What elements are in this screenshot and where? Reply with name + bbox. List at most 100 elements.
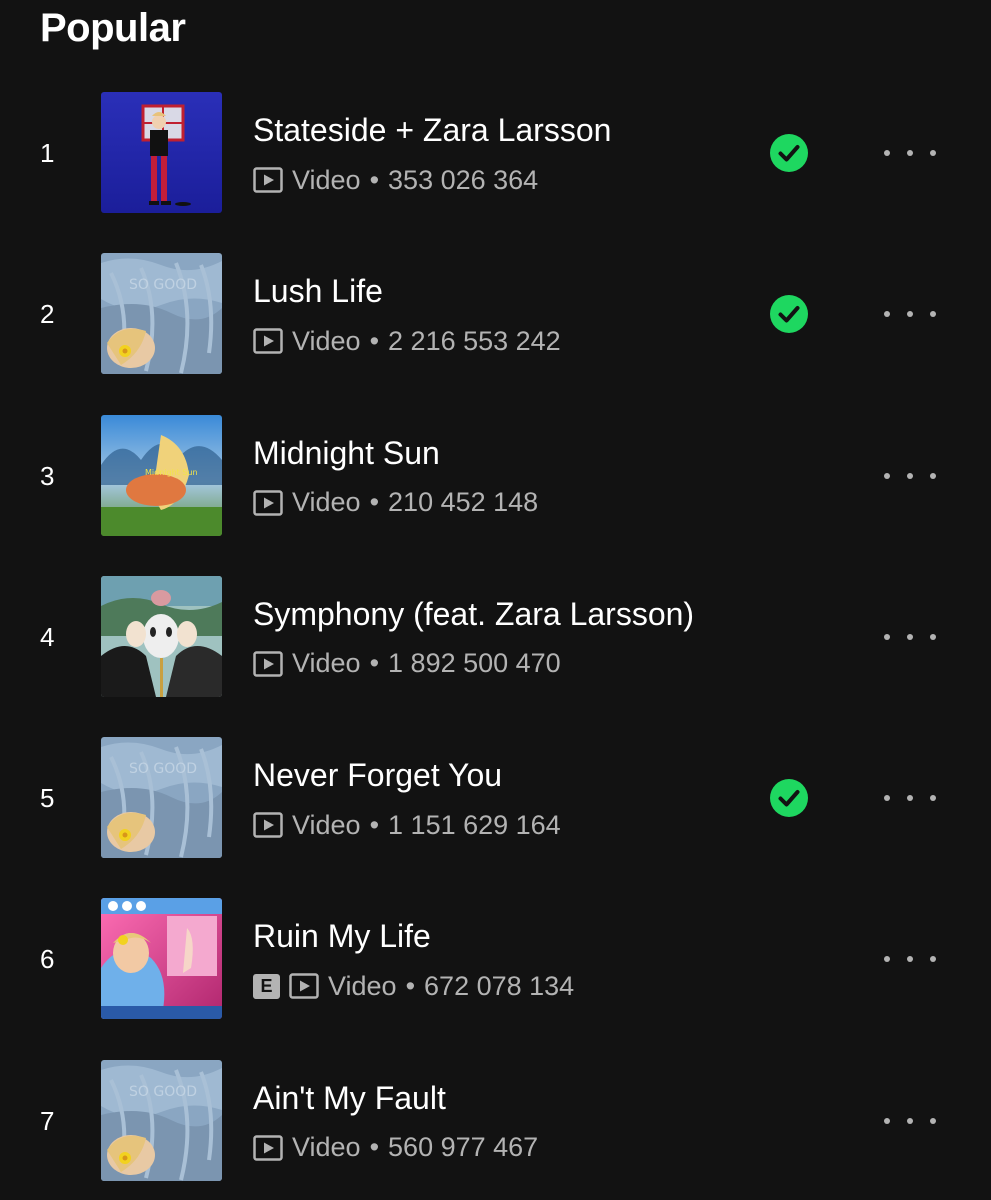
more-options-button[interactable] [884, 1108, 936, 1134]
dot-icon [884, 472, 890, 479]
dot-icon [907, 150, 913, 156]
play-count: 1 151 629 164 [388, 809, 561, 840]
track-rank: 4 [40, 621, 55, 652]
track-title: Symphony (feat. Zara Larsson) [253, 595, 695, 632]
more-options-button[interactable] [884, 140, 936, 166]
section-title: Popular [40, 6, 186, 50]
track-rank: 2 [40, 299, 55, 330]
track-row[interactable]: 2 SO GOOD Lush Life Video • 2 216 553 242 [0, 253, 991, 414]
dot-icon [884, 311, 890, 318]
more-options-button[interactable] [884, 624, 936, 650]
meta-separator: • [369, 487, 380, 518]
svg-text:SO GOOD: SO GOOD [129, 1084, 197, 1100]
svg-text:Midnight Sun: Midnight Sun [145, 468, 198, 477]
more-options-button[interactable] [884, 946, 936, 972]
dot-icon [930, 956, 936, 963]
play-count: 210 452 148 [388, 487, 539, 518]
track-meta: Video • 353 026 364 [253, 163, 538, 197]
dot-icon [930, 1117, 936, 1124]
track-meta: Video • 1 892 500 470 [253, 647, 561, 681]
dot-icon [930, 150, 936, 156]
dot-icon [884, 150, 890, 156]
track-row[interactable]: 4 Symphony (feat. Zara Larsson) Video • 1 … [0, 575, 991, 737]
video-icon [253, 167, 283, 193]
check-circle-icon[interactable] [770, 295, 808, 334]
so-good-cover: SO GOOD [101, 737, 222, 859]
meta-separator: • [369, 164, 380, 195]
track-rank: 7 [40, 1105, 55, 1136]
track-row[interactable]: 5 SO GOOD Never Forget You Video • 1 151 6… [0, 737, 991, 898]
track-row[interactable]: 6 Ruin My Life E Video • 672 078 134 [0, 898, 991, 1059]
popular-tracks-page: Popular 1 Stateside + Zara Larsson Video… [0, 0, 991, 1200]
meta-separator: • [405, 970, 416, 1001]
dot-icon [884, 795, 890, 802]
dot-icon [884, 956, 890, 963]
track-meta: Video • 210 452 148 [253, 486, 538, 520]
dot-icon [907, 472, 913, 479]
dot-icon [907, 633, 913, 640]
dot-icon [907, 311, 913, 318]
check-circle-icon[interactable] [770, 779, 808, 818]
video-icon [253, 1135, 283, 1161]
track-type: Video [292, 487, 361, 518]
track-meta: Video • 1 151 629 164 [253, 808, 561, 842]
more-options-button[interactable] [884, 463, 936, 489]
video-icon [253, 812, 283, 838]
meta-separator: • [369, 1132, 380, 1163]
svg-text:SO GOOD: SO GOOD [129, 761, 197, 777]
symphony-cover [101, 575, 222, 697]
track-rank: 6 [40, 944, 55, 975]
track-row[interactable]: 7 SO GOOD Ain't My Fault Video • 560 977 4… [0, 1059, 991, 1200]
track-list: 1 Stateside + Zara Larsson Video • 353 026… [0, 92, 991, 1200]
dot-icon [930, 311, 936, 318]
svg-text:SO GOOD: SO GOOD [129, 277, 197, 293]
track-type: Video [292, 164, 361, 195]
more-options-button[interactable] [884, 785, 936, 811]
play-count: 2 216 553 242 [388, 325, 561, 356]
dot-icon [907, 795, 913, 802]
stateside-cover [101, 92, 222, 213]
ruin-my-life-cover [101, 898, 222, 1020]
track-meta: E Video • 672 078 134 [253, 969, 574, 1003]
track-meta: Video • 2 216 553 242 [253, 324, 561, 358]
explicit-badge: E [253, 973, 280, 999]
dot-icon [930, 633, 936, 640]
meta-separator: • [369, 325, 380, 356]
check-circle-icon[interactable] [770, 134, 808, 172]
track-title: Ain't My Fault [253, 1079, 446, 1116]
meta-separator: • [369, 809, 380, 840]
track-type: Video [328, 970, 397, 1001]
play-count: 353 026 364 [388, 164, 539, 195]
dot-icon [907, 1117, 913, 1124]
midnight-sun-cover: Midnight Sun [101, 414, 222, 536]
video-icon [253, 328, 283, 355]
track-title: Lush Life [253, 273, 383, 310]
play-count: 672 078 134 [424, 970, 575, 1001]
track-title: Midnight Sun [253, 434, 440, 471]
track-type: Video [292, 809, 361, 840]
track-title: Never Forget You [253, 757, 503, 794]
video-icon [289, 973, 319, 1000]
play-count: 560 977 467 [388, 1132, 539, 1163]
dot-icon [930, 472, 936, 479]
video-icon [253, 651, 283, 677]
track-row[interactable]: 3 Midnight Sun Midnight Sun Video • 210 45… [0, 414, 991, 576]
track-rank: 3 [40, 460, 55, 491]
more-options-button[interactable] [884, 301, 936, 327]
so-good-cover: SO GOOD [101, 253, 222, 375]
dot-icon [907, 956, 913, 963]
dot-icon [884, 633, 890, 640]
track-title: Stateside + Zara Larsson [253, 112, 612, 148]
so-good-cover: SO GOOD [101, 1059, 222, 1181]
track-meta: Video • 560 977 467 [253, 1131, 538, 1165]
video-icon [253, 489, 283, 516]
track-type: Video [292, 325, 361, 356]
track-rank: 5 [40, 783, 55, 814]
dot-icon [930, 795, 936, 802]
track-title: Ruin My Life [253, 918, 431, 955]
meta-separator: • [369, 648, 380, 679]
play-count: 1 892 500 470 [388, 648, 561, 679]
track-rank: 1 [40, 138, 55, 168]
dot-icon [884, 1117, 890, 1124]
track-row[interactable]: 1 Stateside + Zara Larsson Video • 353 026… [0, 92, 991, 253]
